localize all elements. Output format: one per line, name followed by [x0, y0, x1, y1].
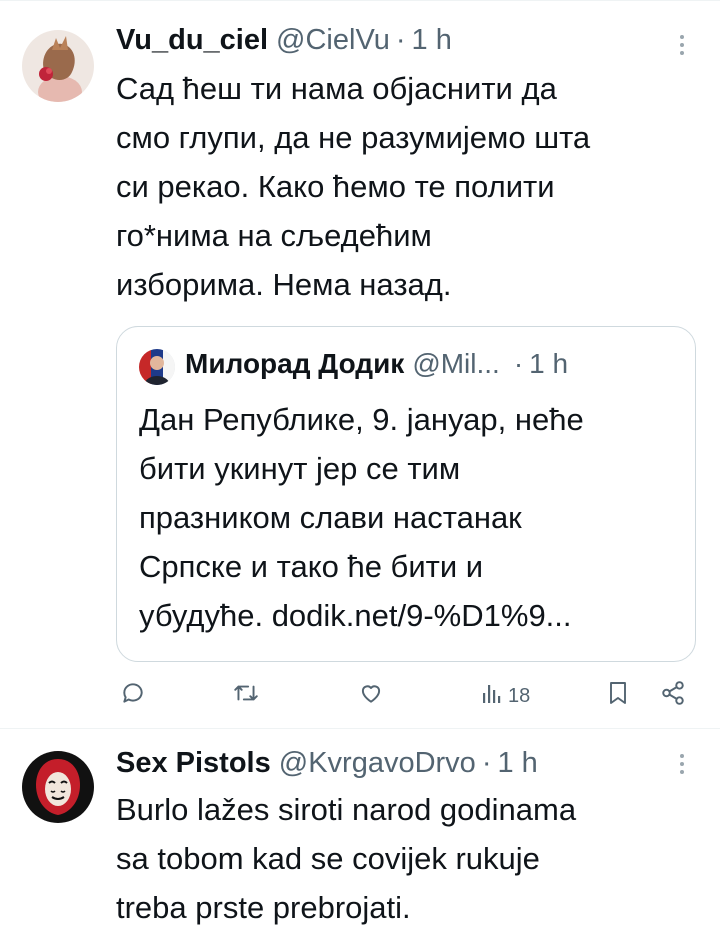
more-options-icon[interactable] — [672, 30, 692, 60]
separator-dot: · — [513, 348, 524, 379]
tweet-line: sa tobom kad se covijek rukuje — [116, 841, 540, 876]
display-name[interactable]: Sex Pistols — [116, 745, 271, 781]
like-button[interactable] — [358, 676, 384, 716]
views-icon — [482, 681, 504, 711]
quoted-avatar[interactable] — [139, 349, 175, 385]
quoted-timestamp[interactable]: 1 h — [529, 346, 568, 382]
tweet-header: Sex Pistols @KvrgavoDrvo · 1 h — [116, 745, 538, 781]
bookmark-icon — [606, 680, 630, 712]
retweet-button[interactable] — [232, 676, 260, 716]
quoted-line: Дан Републике, 9. јануар, неће — [139, 402, 584, 437]
tweet-header: Vu_du_ciel @CielVu · 1 h — [116, 22, 452, 58]
views-count: 18 — [508, 684, 531, 707]
bookmark-button[interactable] — [606, 676, 630, 716]
tweet-text: Burlo lažes siroti narod godinama sa tob… — [116, 785, 576, 932]
quoted-header: Милорад Додик @Mil... · 1 h — [185, 346, 568, 382]
share-button[interactable] — [660, 676, 686, 716]
tweet[interactable]: Sex Pistols @KvrgavoDrvo · 1 h Burlo laž… — [0, 729, 720, 930]
display-name[interactable]: Vu_du_ciel — [116, 22, 268, 58]
quoted-text: Дан Републике, 9. јануар, неће бити укин… — [139, 395, 584, 640]
separator-dot: · — [395, 24, 406, 56]
user-handle[interactable]: @CielVu — [276, 22, 390, 58]
quoted-handle[interactable]: @Mil... — [412, 346, 500, 382]
quoted-tweet[interactable]: Милорад Додик @Mil... · 1 h Дан Републик… — [116, 326, 696, 662]
avatar[interactable] — [22, 751, 94, 823]
timestamp[interactable]: 1 h — [497, 745, 537, 781]
tweet-line: Сад ћеш ти нама објаснити да — [116, 71, 557, 106]
share-icon — [660, 680, 686, 712]
views-button[interactable]: 18 — [482, 676, 530, 716]
tweet-line: го*нима на сљедећим — [116, 218, 432, 253]
quoted-line: бити укинут јер се тим — [139, 451, 461, 486]
tweet-line: Burlo lažes siroti narod godinama — [116, 792, 577, 827]
tweet-line: изборима. Нема назад. — [116, 267, 452, 302]
tweet-line: смо глупи, да не разумијемо шта — [116, 120, 591, 155]
timestamp[interactable]: 1 h — [412, 22, 452, 58]
quoted-display-name[interactable]: Милорад Додик — [185, 346, 404, 382]
quoted-line: празником слави настанак — [139, 500, 522, 535]
tweet-text: Сад ћеш ти нама објаснити да смо глупи, … — [116, 64, 590, 309]
reply-icon — [120, 680, 146, 712]
action-bar: 18 — [114, 676, 694, 716]
like-icon — [358, 680, 384, 712]
reply-button[interactable] — [120, 676, 146, 716]
quoted-line[interactable]: убудуће. dodik.net/9-%D1%9... — [139, 591, 584, 640]
user-handle[interactable]: @KvrgavoDrvo — [279, 745, 476, 781]
separator-dot: · — [481, 747, 492, 779]
retweet-icon — [232, 680, 260, 712]
tweet[interactable]: Vu_du_ciel @CielVu · 1 h Сад ћеш ти нама… — [0, 0, 720, 728]
more-options-icon[interactable] — [672, 749, 692, 779]
avatar[interactable] — [22, 30, 94, 102]
tweet-line: treba prste prebrojati. — [116, 890, 411, 925]
tweet-line: си рекао. Како ћемо те полити — [116, 169, 555, 204]
quoted-line: Српске и тако ће бити и — [139, 549, 484, 584]
